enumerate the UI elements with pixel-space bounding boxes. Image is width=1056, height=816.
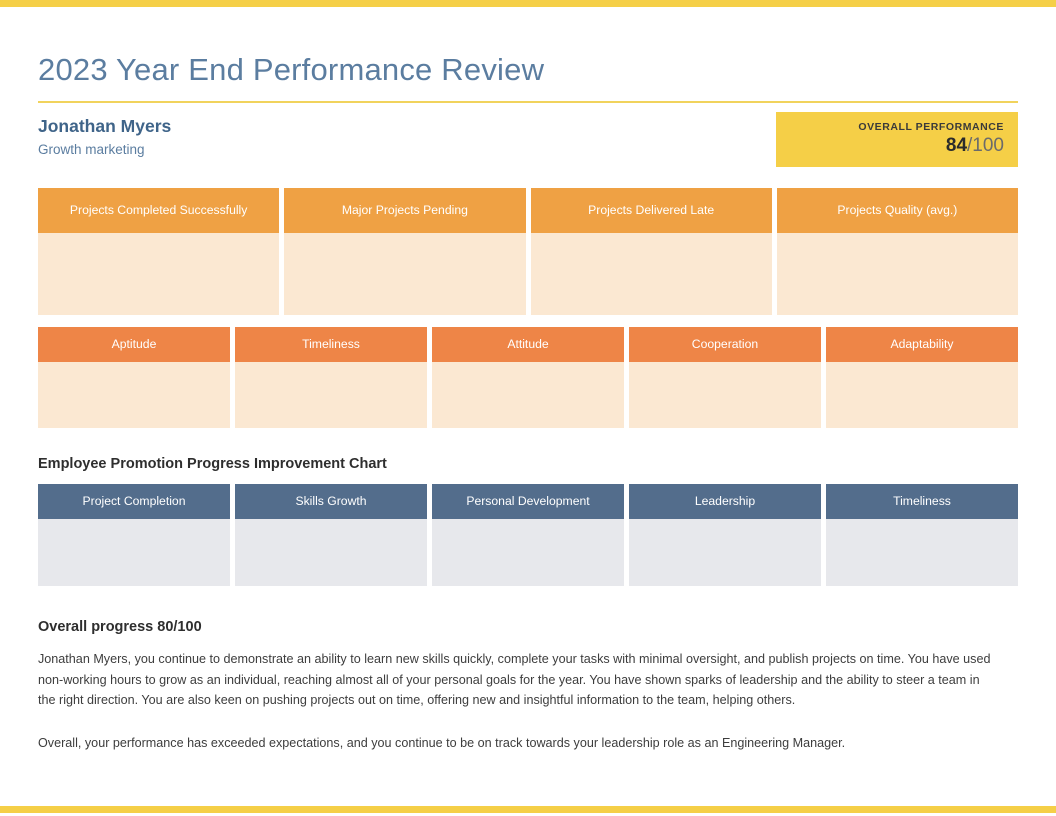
metric-card-value (235, 519, 427, 587)
metric-card-value (38, 232, 280, 315)
metric-card-label: Attitude (432, 326, 624, 362)
metric-card-label: Timeliness (826, 484, 1018, 520)
report-page: 2023 Year End Performance Review Jonatha… (0, 7, 1056, 806)
promotion-chart-heading: Employee Promotion Progress Improvement … (38, 455, 387, 472)
overall-performance-label: OVERALL PERFORMANCE (858, 120, 1004, 133)
page-title: 2023 Year End Performance Review (38, 52, 545, 87)
bottom-accent-bar (0, 806, 1056, 813)
overall-performance-card: OVERALL PERFORMANCE 84/100 (776, 111, 1018, 167)
metric-card-label: Projects Quality (avg.) (776, 187, 1018, 233)
metric-card: Attitude (432, 326, 624, 428)
metric-card-value (235, 361, 427, 428)
metric-card-label: Personal Development (432, 484, 624, 520)
metric-card-value (629, 361, 821, 428)
metric-card-value (629, 519, 821, 587)
metric-card: Timeliness (826, 484, 1018, 587)
metric-card: Aptitude (38, 326, 230, 428)
metric-card: Projects Quality (avg.) (776, 187, 1018, 315)
metric-card-label: Aptitude (38, 326, 230, 362)
metric-card: Leadership (629, 484, 821, 587)
summary-section: Overall progress 80/100 Jonathan Myers, … (38, 586, 998, 753)
metric-card: Personal Development (432, 484, 624, 587)
metric-card-value (38, 361, 230, 428)
project-metrics-row: Projects Completed Successfully Major Pr… (38, 187, 1018, 315)
metric-card-label: Cooperation (629, 326, 821, 362)
summary-heading: Overall progress 80/100 (38, 619, 202, 636)
metric-card: Cooperation (629, 326, 821, 428)
metric-card-label: Major Projects Pending (284, 187, 526, 233)
metric-card: Projects Completed Successfully (38, 187, 280, 315)
metric-card-value (826, 519, 1018, 587)
employee-summary-row: Jonathan Myers Growth marketing OVERALL … (38, 111, 1018, 178)
summary-paragraph-1: Jonathan Myers, you continue to demonstr… (38, 652, 991, 708)
metric-card-label: Projects Completed Successfully (38, 187, 280, 233)
metric-card-label: Timeliness (235, 326, 427, 362)
metric-card-value (826, 361, 1018, 428)
overall-performance-score: 84 (945, 135, 968, 157)
metric-card-label: Project Completion (38, 484, 230, 520)
metric-card: Skills Growth (235, 484, 427, 587)
metric-card-label: Skills Growth (235, 484, 427, 520)
metric-card-value (38, 519, 230, 587)
metric-card: Major Projects Pending (284, 187, 526, 315)
metric-card: Adaptability (826, 326, 1018, 428)
metric-card: Projects Delivered Late (530, 187, 772, 315)
metric-card-value (284, 232, 526, 315)
metric-card-value (432, 361, 624, 428)
trait-metrics-row: Aptitude Timeliness Attitude Cooperation… (38, 326, 1018, 428)
promotion-chart-row: Project Completion Skills Growth Persona… (38, 484, 1018, 587)
overall-performance-denominator: /100 (967, 135, 1004, 157)
top-accent-bar (0, 0, 1056, 7)
title-divider (38, 100, 1018, 103)
metric-card-label: Adaptability (826, 326, 1018, 362)
metric-card-label: Projects Delivered Late (530, 187, 772, 233)
metric-card-label: Leadership (629, 484, 821, 520)
metric-card: Project Completion (38, 484, 230, 587)
metric-card-value (776, 232, 1018, 315)
metric-card: Timeliness (235, 326, 427, 428)
summary-paragraph-2: Overall, your performance has exceeded e… (38, 735, 846, 750)
metric-card-value (530, 232, 772, 315)
metric-card-value (432, 519, 624, 587)
overall-performance-value: 84/100 (776, 135, 1004, 157)
